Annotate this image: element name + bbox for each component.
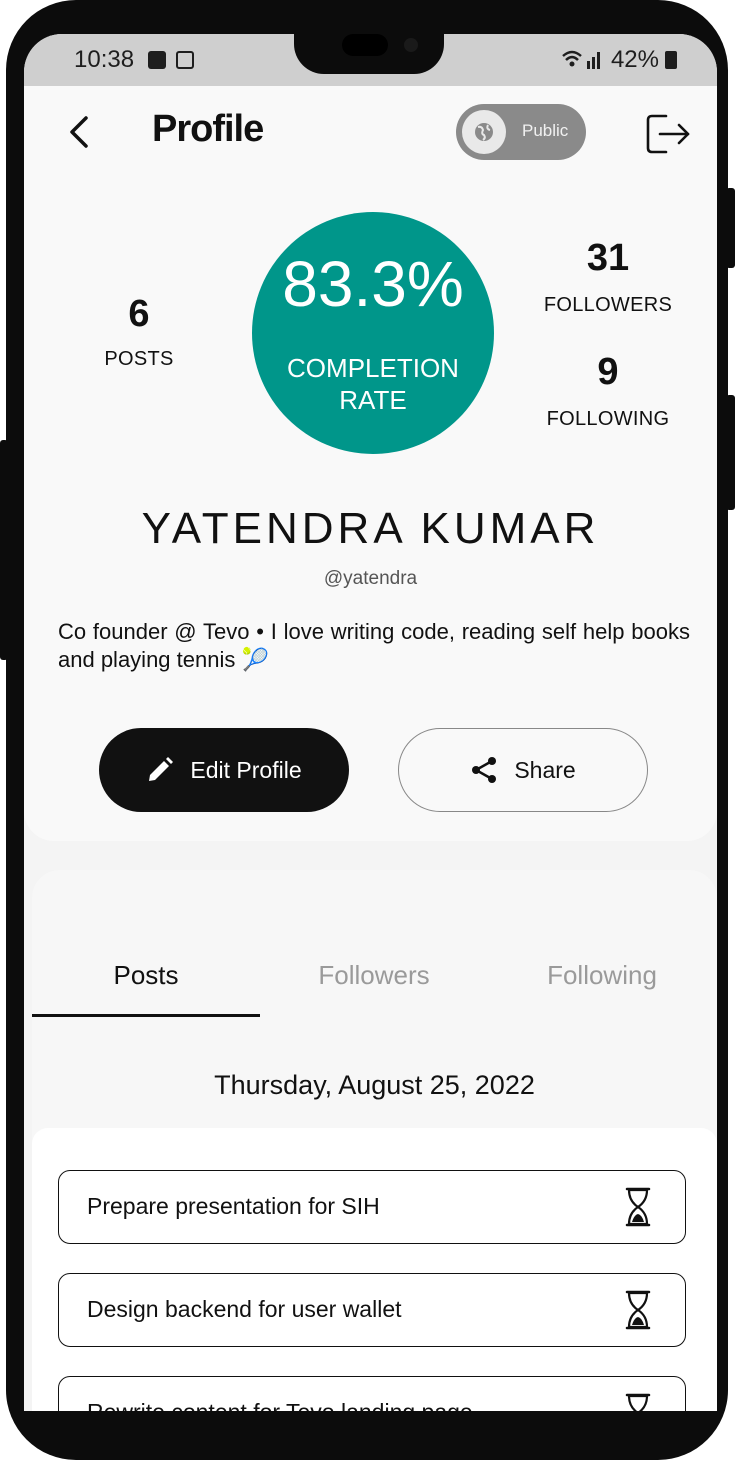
toggle-knob (462, 110, 506, 154)
feed-date: Thursday, August 25, 2022 (214, 1070, 535, 1100)
profile-bio: Co founder @ Tevo • I love writing code,… (58, 619, 690, 672)
notification-icon (148, 51, 166, 69)
sensor-dot (404, 38, 418, 52)
followers-stat[interactable]: 31 FOLLOWERS (532, 236, 684, 318)
task-title: Prepare presentation for SIH (87, 1193, 380, 1219)
power-button (726, 395, 735, 510)
logout-icon[interactable] (644, 112, 694, 156)
phone-frame: 10:38 42% Profile Public 6 POSTS 83.3% C… (6, 0, 728, 1460)
task-item[interactable]: Rewrite content for Tevo landing page (58, 1376, 686, 1411)
completion-label-line2: RATE (339, 385, 407, 415)
gallery-icon (176, 51, 194, 69)
tab-posts[interactable]: Posts (32, 960, 260, 991)
battery-percent: 42% (610, 46, 659, 73)
completion-rate-circle: 83.3% COMPLETION RATE (252, 212, 494, 454)
task-title: Rewrite content for Tevo landing page (87, 1399, 473, 1411)
tab-followers[interactable]: Followers (260, 960, 488, 991)
profile-card: Profile Public 6 POSTS 83.3% COMPLETION … (24, 86, 717, 841)
following-count: 9 (597, 351, 619, 393)
hourglass-icon (625, 1290, 651, 1330)
profile-name: YATENDRA KUMAR (141, 504, 600, 553)
task-item[interactable]: Design backend for user wallet (58, 1273, 686, 1347)
completion-label-line1: COMPLETION (287, 353, 459, 383)
share-button[interactable]: Share (398, 728, 648, 812)
task-list: Prepare presentation for SIH Design back… (32, 1128, 717, 1411)
pencil-icon (149, 757, 174, 781)
following-stat[interactable]: 9 FOLLOWING (532, 350, 684, 432)
battery-icon (665, 51, 677, 69)
task-title: Design backend for user wallet (87, 1296, 402, 1322)
status-time: 10:38 (74, 46, 135, 73)
completion-rate-value: 83.3% (282, 248, 464, 320)
content-panel: Posts Followers Following Thursday, Augu… (32, 870, 717, 1411)
wifi-signal-icon (562, 50, 600, 69)
bixby-button (726, 188, 735, 268)
status-right: 42% (561, 46, 677, 74)
completion-rate-label: COMPLETION RATE (252, 352, 494, 416)
front-camera (342, 34, 388, 56)
volume-button (0, 440, 8, 660)
edit-profile-button[interactable]: Edit Profile (99, 728, 349, 812)
back-arrow-icon[interactable] (62, 114, 98, 150)
followers-count: 31 (586, 237, 630, 279)
task-item[interactable]: Prepare presentation for SIH (58, 1170, 686, 1244)
followers-label: FOLLOWERS (543, 294, 673, 316)
hourglass-icon (625, 1393, 651, 1411)
posts-count: 6 (128, 293, 150, 335)
screen: 10:38 42% Profile Public 6 POSTS 83.3% C… (24, 34, 717, 1411)
posts-stat[interactable]: 6 POSTS (80, 292, 198, 372)
globe-icon (475, 123, 493, 141)
following-label: FOLLOWING (546, 408, 670, 430)
visibility-label: Public (522, 121, 569, 140)
posts-label: POSTS (104, 348, 174, 370)
active-tab-indicator (32, 1014, 260, 1017)
camera-notch (294, 34, 444, 74)
visibility-toggle[interactable]: Public (456, 104, 586, 160)
hourglass-icon (625, 1187, 651, 1227)
profile-handle: @yatendra (323, 568, 418, 589)
share-icon (472, 757, 497, 783)
page-title: Profile (152, 108, 264, 150)
share-label: Share (514, 756, 576, 783)
tab-following[interactable]: Following (488, 960, 716, 991)
edit-profile-label: Edit Profile (190, 756, 302, 783)
